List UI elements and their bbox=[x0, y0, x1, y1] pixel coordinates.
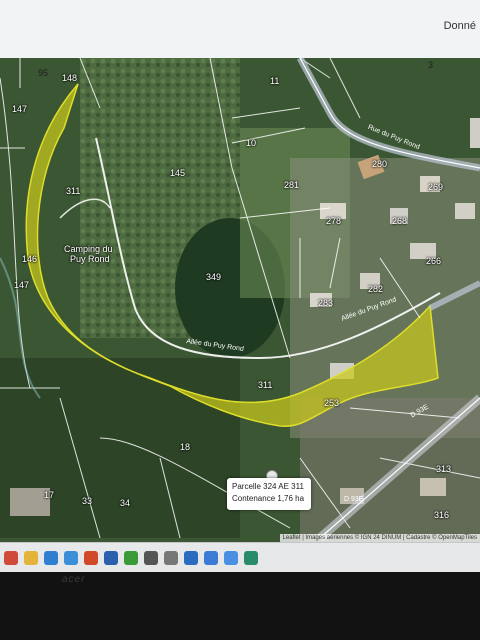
parcel-number: 253 bbox=[324, 398, 340, 408]
parcel-number: 147 bbox=[14, 280, 30, 290]
monitor-screen: Donné 95 148 147 311 145 11 10 3 281 280… bbox=[0, 0, 480, 572]
office-icon[interactable] bbox=[84, 550, 98, 565]
snipping-icon[interactable] bbox=[164, 550, 178, 565]
parcel-number: 33 bbox=[82, 496, 93, 506]
mail-icon[interactable] bbox=[204, 550, 218, 565]
parcel-number: 145 bbox=[170, 168, 186, 178]
parcel-info-popup[interactable]: Parcelle 324 AE 311 Contenance 1,76 ha bbox=[227, 478, 311, 510]
photos-icon[interactable] bbox=[224, 550, 238, 565]
parcel-number: 281 bbox=[284, 180, 300, 190]
map-canvas bbox=[0, 58, 480, 542]
parcel-number: 311 bbox=[258, 380, 273, 390]
edge-icon[interactable] bbox=[44, 550, 58, 565]
word-icon[interactable] bbox=[104, 550, 118, 565]
teams-icon[interactable] bbox=[184, 550, 198, 565]
parcel-number: 10 bbox=[246, 138, 257, 148]
map-attribution[interactable]: Leaflet | Images aériennes © IGN 24 DINU… bbox=[279, 534, 480, 542]
cadastre-map[interactable]: 95 148 147 311 145 11 10 3 281 280 269 2… bbox=[0, 58, 480, 542]
parcel-number: 3 bbox=[428, 60, 434, 70]
outlook-icon[interactable] bbox=[64, 550, 78, 565]
parcel-number: 316 bbox=[434, 510, 450, 520]
store-icon[interactable] bbox=[124, 550, 138, 565]
parcel-number: 311 bbox=[66, 186, 81, 196]
monitor-brand-logo: acer bbox=[62, 574, 86, 585]
parcel-number: 11 bbox=[270, 76, 280, 86]
search-icon[interactable] bbox=[144, 550, 158, 565]
road-label-d93e-south: D 93E bbox=[344, 496, 364, 503]
parcel-number: 278 bbox=[326, 216, 342, 226]
popup-parcel-id: Parcelle 324 AE 311 bbox=[232, 482, 304, 491]
folder-icon[interactable] bbox=[24, 550, 38, 565]
chrome-icon[interactable] bbox=[4, 550, 18, 565]
parcel-number: 34 bbox=[120, 498, 131, 508]
parcel-number: 268 bbox=[392, 216, 408, 226]
browser-top-bar: Donné bbox=[0, 0, 480, 59]
parcel-number: 349 bbox=[206, 272, 222, 282]
parcel-number: 269 bbox=[428, 182, 444, 192]
parcel-number: 147 bbox=[12, 104, 28, 114]
data-menu-text[interactable]: Donné bbox=[444, 20, 476, 32]
taskbar bbox=[0, 542, 480, 572]
parcel-number: 282 bbox=[368, 284, 384, 294]
parcel-number: 283 bbox=[318, 298, 334, 308]
parcel-number: 146 bbox=[22, 254, 38, 264]
parcel-number: 148 bbox=[62, 73, 78, 83]
parcel-number: 280 bbox=[372, 159, 388, 169]
parcel-number: 95 bbox=[38, 68, 49, 78]
parcel-number: 17 bbox=[44, 490, 55, 500]
popup-area: Contenance 1,76 ha bbox=[232, 494, 305, 503]
camping-label-line1: Camping du bbox=[64, 244, 113, 254]
parcel-number: 266 bbox=[426, 256, 442, 266]
camping-label-line2: Puy Rond bbox=[70, 254, 110, 264]
maps-icon[interactable] bbox=[244, 550, 258, 565]
parcel-number: 18 bbox=[180, 442, 191, 452]
parcel-number: 313 bbox=[436, 464, 452, 474]
